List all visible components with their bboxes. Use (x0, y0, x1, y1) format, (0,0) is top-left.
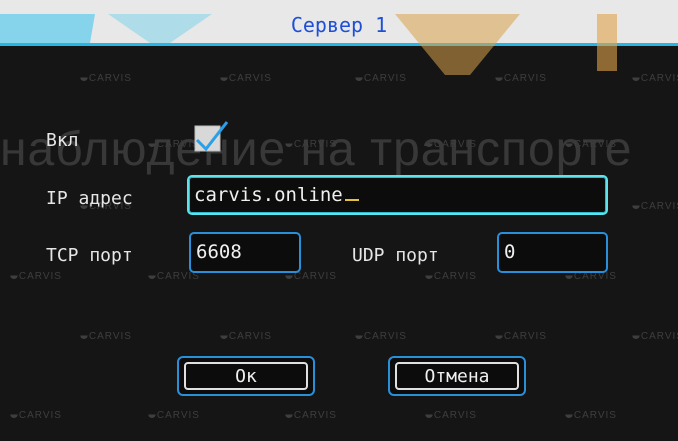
brand-watermark: ⯋CARVIS (220, 331, 272, 342)
ip-label: IP адрес (46, 188, 133, 209)
brand-logo-watermark (0, 14, 617, 75)
udp-port-label: UDP порт (352, 245, 439, 266)
brand-watermark: ⯋CARVIS (632, 331, 678, 342)
ip-address-value: carvis.online (194, 184, 343, 206)
brand-watermark: ⯋CARVIS (285, 410, 337, 421)
brand-watermark: ⯋CARVIS (355, 331, 407, 342)
brand-watermark: ⯋CARVIS (10, 410, 62, 421)
brand-watermark: ⯋CARVIS (425, 410, 477, 421)
udp-port-input[interactable]: 0 (497, 232, 608, 273)
cancel-button[interactable]: Отмена (388, 356, 526, 396)
brand-watermark: ⯋CARVIS (565, 410, 617, 421)
tcp-port-input[interactable]: 6608 (189, 232, 301, 273)
brand-watermark: ⯋CARVIS (80, 331, 132, 342)
brand-watermark: ⯋CARVIS (425, 139, 477, 150)
brand-watermark: ⯋CARVIS (285, 139, 337, 150)
brand-watermark: ⯋CARVIS (632, 201, 678, 212)
brand-watermark: ⯋CARVIS (495, 331, 547, 342)
enable-label: Вкл (46, 130, 79, 151)
brand-watermark: ⯋CARVIS (632, 73, 678, 84)
ip-address-input[interactable]: carvis.online (187, 175, 608, 215)
brand-watermark: ⯋CARVIS (495, 73, 547, 84)
brand-watermark: ⯋CARVIS (220, 73, 272, 84)
brand-watermark: ⯋CARVIS (10, 271, 62, 282)
brand-watermark: ⯋CARVIS (425, 271, 477, 282)
tcp-port-label: TCP порт (46, 245, 133, 266)
ok-button[interactable]: Ок (177, 356, 315, 396)
brand-watermark: ⯋CARVIS (80, 73, 132, 84)
enable-checkbox[interactable] (193, 120, 231, 154)
title-bar: Сервер 1 (0, 0, 678, 75)
text-cursor (344, 199, 359, 201)
dvr-settings-screen: Сервер 1 наблюдение на транспорте ⯋CARVI… (0, 0, 678, 441)
ok-button-label: Ок (184, 362, 308, 390)
brand-watermark: ⯋CARVIS (355, 73, 407, 84)
brand-watermark: ⯋CARVIS (148, 410, 200, 421)
cancel-button-label: Отмена (395, 362, 519, 390)
brand-watermark: ⯋CARVIS (565, 139, 617, 150)
dialog-title: Сервер 1 (290, 13, 388, 37)
